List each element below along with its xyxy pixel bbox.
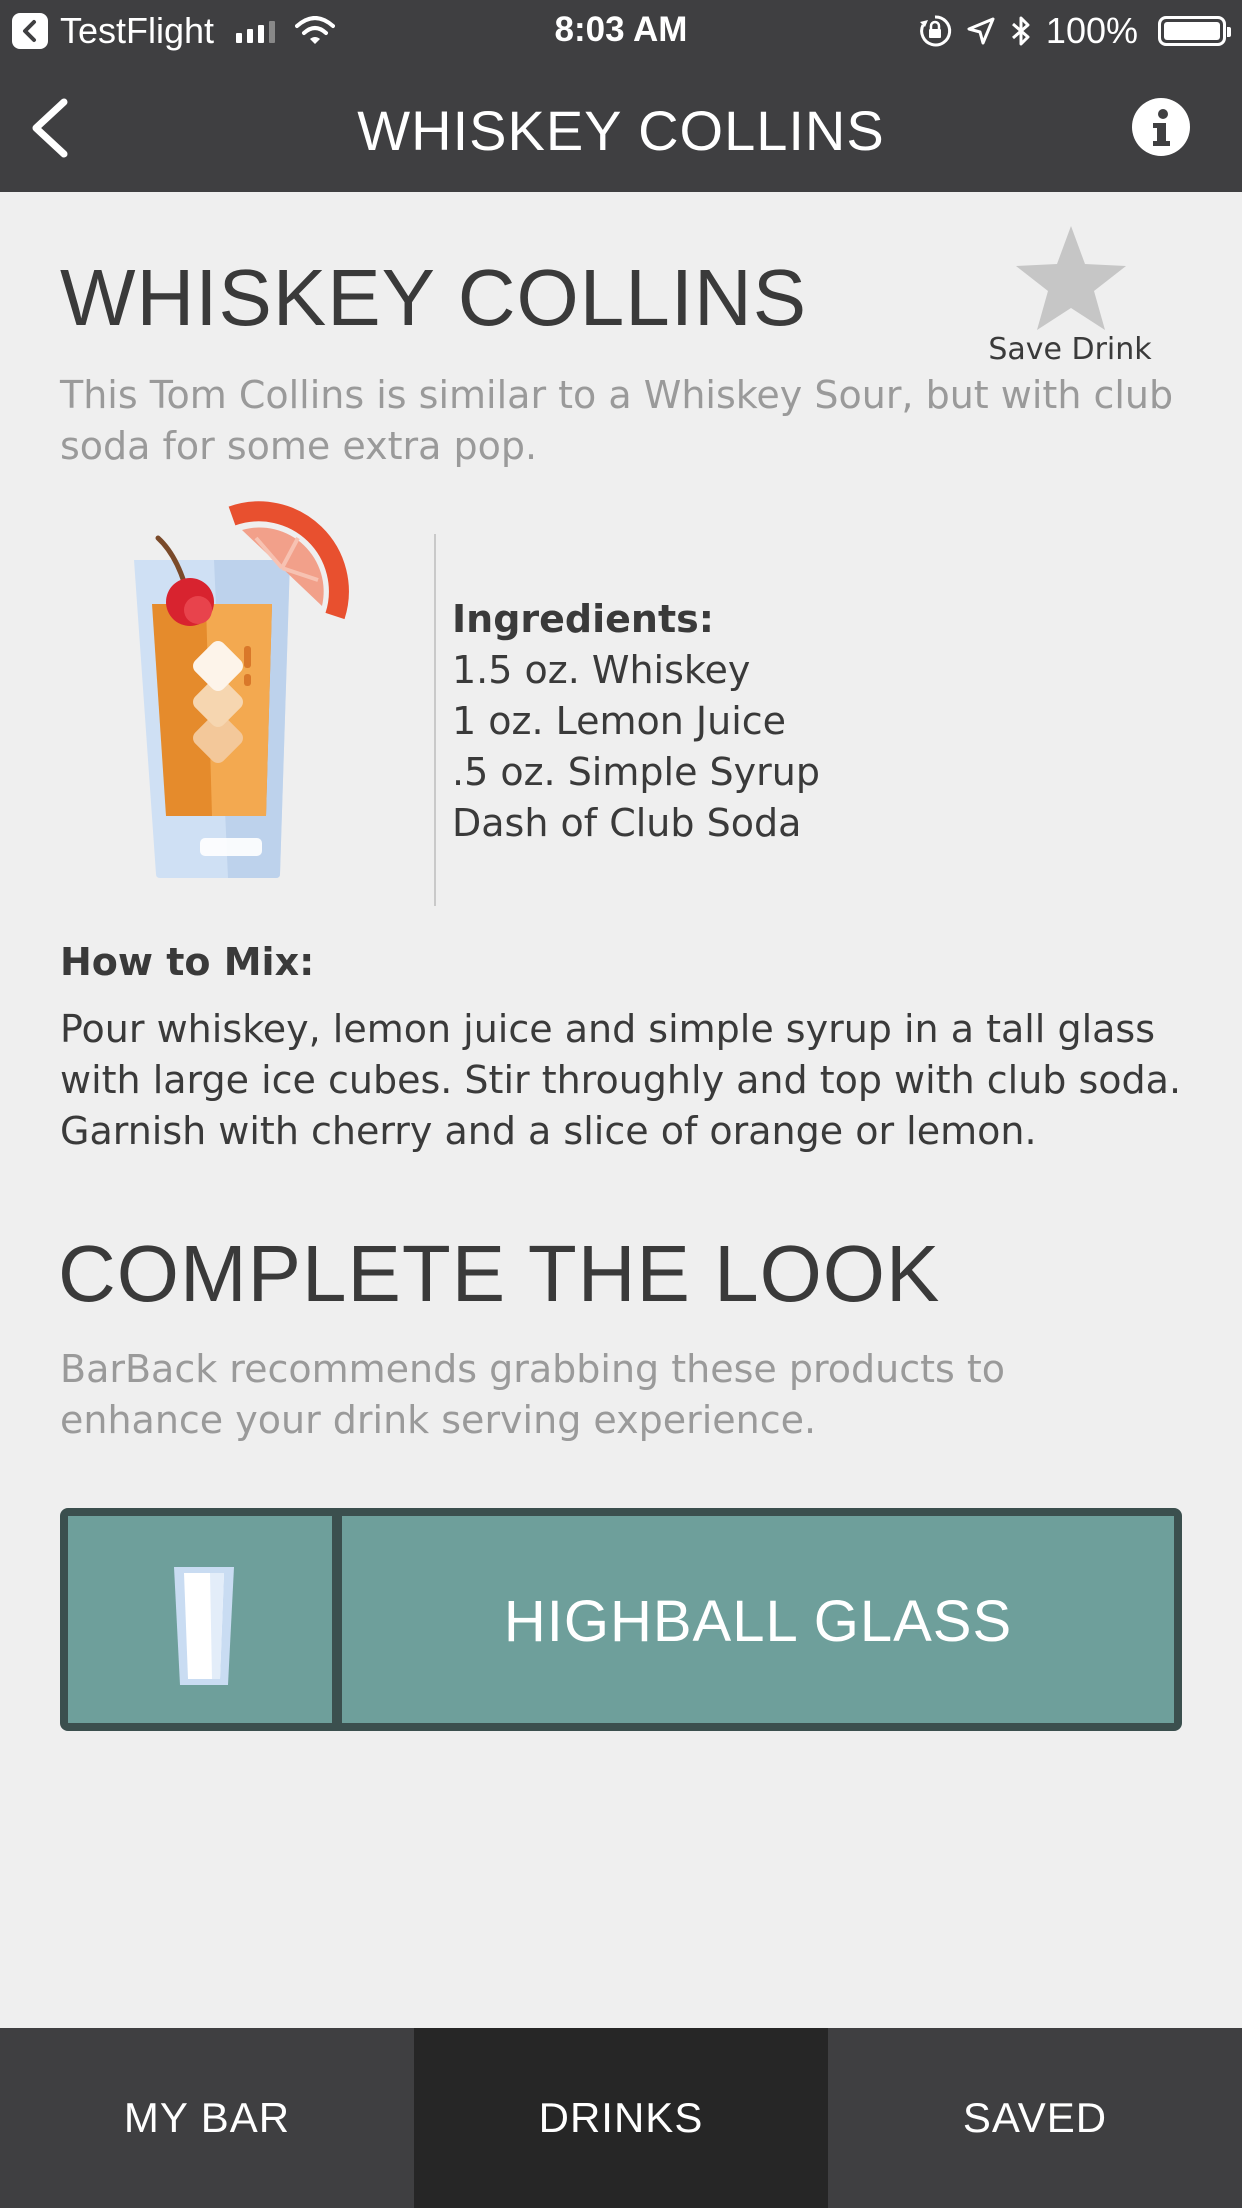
- star-icon[interactable]: [1012, 222, 1130, 334]
- location-icon: [967, 17, 995, 45]
- product-name-box: HIGHBALL GLASS: [342, 1516, 1174, 1723]
- save-drink-button[interactable]: Save Drink: [960, 332, 1180, 367]
- ingredients-heading: Ingredients:: [452, 597, 714, 641]
- ingredients-list: Ingredients: 1.5 oz. Whiskey 1 oz. Lemon…: [452, 594, 820, 849]
- drink-description: This Tom Collins is similar to a Whiskey…: [60, 373, 1174, 468]
- product-name: HIGHBALL GLASS: [503, 1589, 1013, 1654]
- complete-the-look-text: BarBack recommends grabbing these produc…: [60, 1347, 1006, 1442]
- ingredient-item: Dash of Club Soda: [452, 801, 802, 845]
- ingredient-item: .5 oz. Simple Syrup: [452, 750, 820, 794]
- status-bar: TestFlight 8:03 AM 100%: [0, 0, 1242, 62]
- nav-title: WHISKEY COLLINS: [357, 99, 885, 162]
- ingredient-item: 1.5 oz. Whiskey: [452, 648, 751, 692]
- status-right: 100%: [918, 10, 1231, 52]
- orientation-lock-icon: [919, 15, 952, 47]
- tab-bar: MY BAR DRINKS SAVED: [0, 2028, 1242, 2208]
- product-thumbnail: [68, 1516, 332, 1723]
- cocktail-image: [134, 501, 349, 878]
- how-to-mix-heading: How to Mix:: [60, 940, 315, 984]
- tab-drinks[interactable]: DRINKS: [414, 2028, 828, 2208]
- tab-my-bar[interactable]: MY BAR: [0, 2028, 414, 2208]
- tab-saved[interactable]: SAVED: [828, 2028, 1242, 2208]
- battery-percent: 100%: [1045, 10, 1138, 51]
- navigation-bar: WHISKEY COLLINS: [0, 62, 1242, 192]
- complete-the-look-title: COMPLETE THE LOOK: [58, 1229, 941, 1318]
- divider: [434, 534, 436, 906]
- highball-glass-icon: [174, 1567, 234, 1685]
- battery-icon: [1158, 16, 1231, 46]
- highball-glass-product-button[interactable]: HIGHBALL GLASS: [60, 1508, 1182, 1731]
- ingredient-item: 1 oz. Lemon Juice: [452, 699, 787, 743]
- info-icon[interactable]: [1132, 98, 1190, 156]
- how-to-mix-text: Pour whiskey, lemon juice and simple syr…: [60, 1007, 1182, 1153]
- bluetooth-icon: [1011, 16, 1030, 46]
- drink-title: WHISKEY COLLINS: [60, 253, 808, 342]
